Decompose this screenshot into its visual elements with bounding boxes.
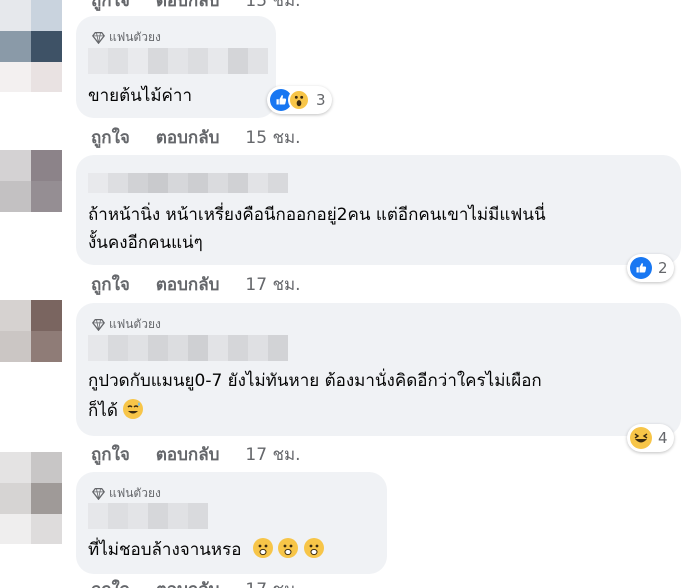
wow-icon (288, 89, 310, 111)
like-link[interactable]: ถูกใจ (91, 441, 130, 468)
comment-text-line: ที่ไม่ชอบล้างจานหรอ (88, 540, 242, 560)
face-with-open-mouth-emoji-icon (252, 538, 273, 558)
commenter-name-blurred[interactable] (88, 48, 268, 74)
reply-link[interactable]: ตอบกลับ (156, 271, 220, 298)
comment-actions: ถูกใจ ตอบกลับ 15 ชม. (91, 124, 301, 151)
timestamp[interactable]: 15 ชม. (245, 124, 300, 151)
like-icon (630, 257, 652, 279)
diamond-icon (92, 31, 105, 44)
comment-actions-partial: ถูกใจ ตอบกลับ 17 ชม. (91, 576, 301, 588)
avatar[interactable] (0, 300, 62, 362)
diamond-icon (92, 318, 105, 331)
comment-text: งั้นคงอีกคนแน่ๆ (88, 233, 203, 253)
comment-text: กูปวดกับแมนยู0-7 ยังไม่ทันหาย ต้องมานั่ง… (88, 371, 542, 391)
fan-badge-label: แฟนตัวยง (109, 30, 161, 44)
diamond-icon (92, 487, 105, 500)
timestamp[interactable]: 17 ชม. (245, 576, 300, 588)
comment-bubble: แฟนตัวยง กูปวดกับแมนยู0-7 ยังไม่ทันหาย ต… (76, 303, 681, 436)
reply-link[interactable]: ตอบกลับ (156, 0, 220, 14)
comment-text: ขายต้นไม้ค่าา (88, 86, 193, 106)
avatar[interactable] (0, 452, 62, 514)
fan-badge-label: แฟนตัวยง (109, 486, 161, 500)
avatar-blurred-edge (0, 62, 62, 92)
comment-text-line: ก็ได้ (88, 401, 118, 421)
reaction-count: 4 (658, 429, 668, 447)
comment-bubble: แฟนตัวยง ที่ไม่ชอบล้างจานหรอ (76, 472, 387, 574)
fan-badge-label: แฟนตัวยง (109, 317, 161, 331)
avatar-blurred-edge (0, 514, 62, 544)
commenter-name-blurred[interactable] (88, 503, 208, 529)
commenter-name-blurred[interactable] (88, 335, 288, 361)
comment-bubble: ถ้าหน้านิ่ง หน้าเหรี่ยงคือนีกออกอยู่2คน … (76, 155, 681, 265)
sweat-smile-emoji-icon (123, 399, 144, 419)
comment-actions-partial: ถูกใจ ตอบกลับ 15 ชม. (91, 0, 301, 14)
reaction-count: 2 (658, 259, 668, 277)
comment-actions: ถูกใจ ตอบกลับ 17 ชม. (91, 271, 301, 298)
top-fan-badge: แฟนตัวยง (92, 315, 161, 334)
comment-text: ที่ไม่ชอบล้างจานหรอ (88, 536, 324, 564)
timestamp[interactable]: 15 ชม. (245, 0, 300, 14)
avatar[interactable] (0, 150, 62, 212)
reply-link[interactable]: ตอบกลับ (156, 576, 220, 588)
like-link[interactable]: ถูกใจ (91, 124, 130, 151)
comment-bubble: แฟนตัวยง ขายต้นไม้ค่าา (76, 16, 276, 118)
top-fan-badge: แฟนตัวยง (92, 28, 161, 47)
timestamp[interactable]: 17 ชม. (245, 441, 300, 468)
face-with-open-mouth-emoji-icon (278, 538, 299, 558)
reaction-summary[interactable]: 3 (267, 86, 332, 114)
reaction-summary[interactable]: 4 (627, 424, 674, 452)
like-link[interactable]: ถูกใจ (91, 0, 130, 14)
reaction-count: 3 (316, 91, 326, 109)
like-link[interactable]: ถูกใจ (91, 576, 130, 588)
top-fan-badge: แฟนตัวยง (92, 484, 161, 503)
comment-actions: ถูกใจ ตอบกลับ 17 ชม. (91, 441, 301, 468)
timestamp[interactable]: 17 ชม. (245, 271, 300, 298)
haha-icon (630, 427, 652, 449)
face-with-open-mouth-emoji-icon (303, 538, 324, 558)
reply-link[interactable]: ตอบกลับ (156, 441, 220, 468)
comment-text: ก็ได้ (88, 397, 144, 425)
like-link[interactable]: ถูกใจ (91, 271, 130, 298)
avatar[interactable] (0, 0, 62, 62)
comment-text: ถ้าหน้านิ่ง หน้าเหรี่ยงคือนีกออกอยู่2คน … (88, 205, 546, 225)
reply-link[interactable]: ตอบกลับ (156, 124, 220, 151)
commenter-name-blurred[interactable] (88, 173, 288, 193)
reaction-summary[interactable]: 2 (627, 254, 674, 282)
